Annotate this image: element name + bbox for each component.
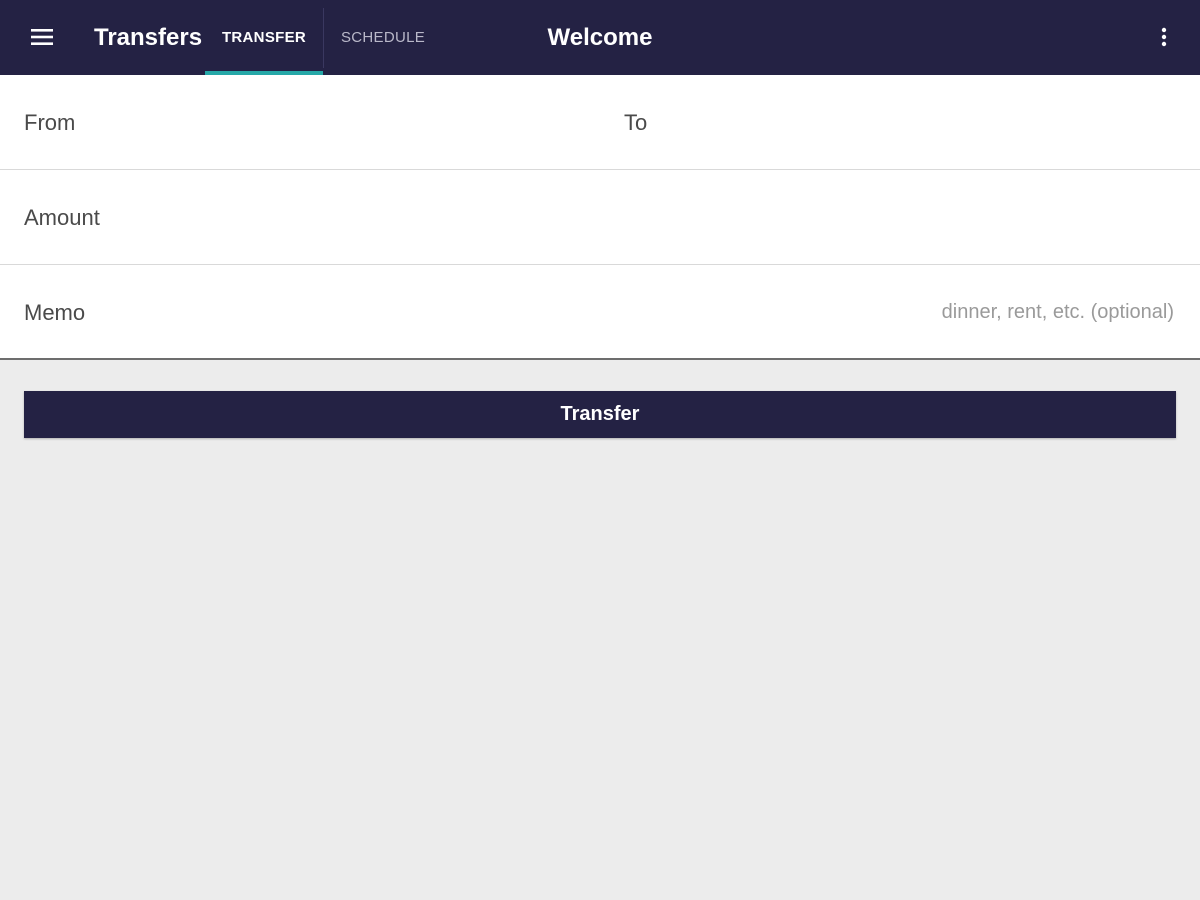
tab-schedule[interactable]: SCHEDULE — [324, 0, 442, 75]
welcome-title: Welcome — [547, 24, 653, 51]
amount-field[interactable] — [160, 170, 1176, 265]
more-vert-glyph — [1161, 27, 1167, 47]
memo-label: Memo — [24, 299, 86, 325]
app-bar: Transfers TRANSFER SCHEDULE Welcome — [0, 0, 1200, 75]
memo-row: Memo — [0, 265, 1200, 360]
from-field[interactable] — [120, 75, 600, 170]
hamburger-menu-icon[interactable] — [20, 17, 64, 57]
amount-row: Amount — [0, 170, 1200, 265]
more-vert-icon[interactable] — [1146, 17, 1182, 57]
app-title: Transfers — [94, 24, 203, 51]
memo-field[interactable] — [160, 265, 1176, 360]
transfer-button[interactable]: Transfer — [24, 391, 1176, 438]
tab-transfer[interactable]: TRANSFER — [205, 0, 323, 75]
hamburger-menu-glyph — [31, 29, 53, 45]
to-field[interactable] — [680, 75, 1180, 170]
from-label: From — [24, 109, 76, 135]
from-to-row: From To — [0, 75, 1200, 170]
amount-label: Amount — [24, 204, 100, 230]
to-label: To — [624, 109, 648, 135]
transfer-form: From To Amount Memo — [0, 75, 1200, 360]
